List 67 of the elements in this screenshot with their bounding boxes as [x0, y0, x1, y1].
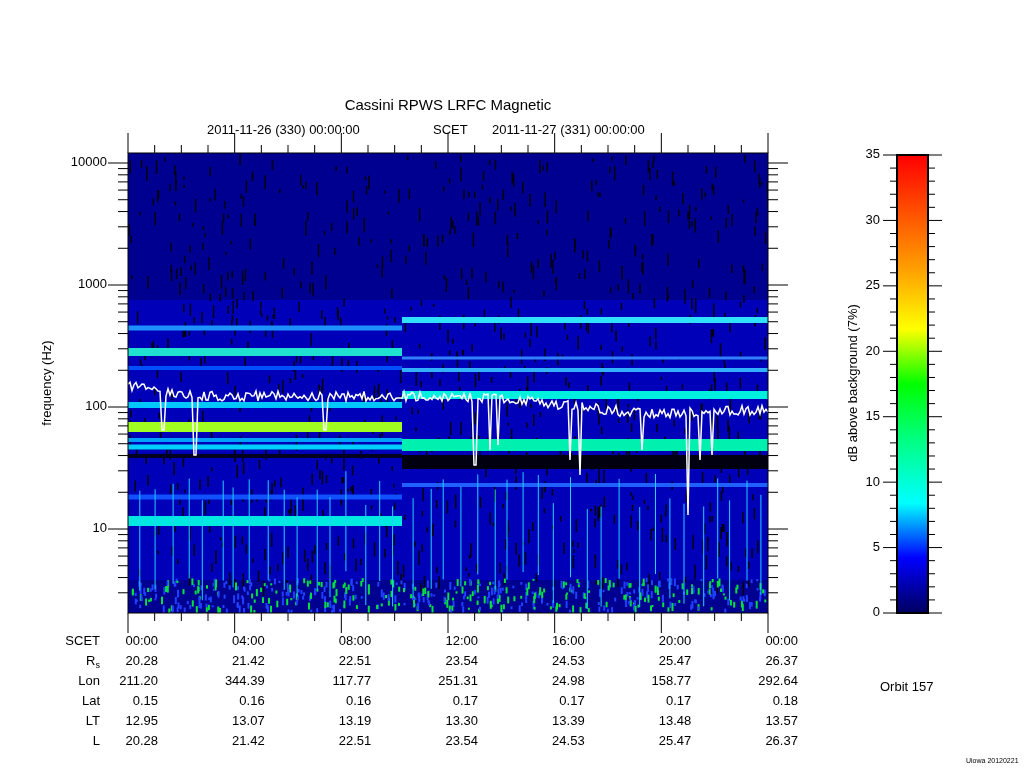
- time-system-label: SCET: [433, 122, 468, 137]
- scale-tick-label: 15: [865, 408, 880, 424]
- table-cell-text: 211.20: [118, 672, 158, 690]
- axis-tick-label: 100: [85, 398, 107, 414]
- table-cell-text: 08:00: [337, 632, 372, 650]
- orbit-label: Orbit 157: [880, 679, 934, 694]
- table-cell-text: 16:00: [551, 632, 585, 650]
- table-cell-text: 25.47: [657, 652, 692, 670]
- row-label: R$_{s}$: [85, 652, 100, 670]
- scale-tick-label: 25: [865, 277, 880, 293]
- start-time: 2011-11-26 (330) 00:00:00: [207, 122, 360, 137]
- table-cell-text: 26.37: [764, 732, 798, 750]
- scale-tick-label: 5: [872, 539, 880, 554]
- axis-tick-label: 10: [92, 520, 107, 536]
- table-cell-text: 26.37: [764, 652, 798, 670]
- table-cell-text: 22.51: [337, 732, 372, 750]
- table-cell-text: 12:00: [444, 632, 478, 650]
- table-cell-text: 00:00: [124, 632, 158, 650]
- row-label: Lat: [80, 692, 100, 710]
- table-cell-text: 117.77: [331, 672, 372, 690]
- scale-title: dB above background (7%): [845, 304, 860, 462]
- table-cell-text: 24.53: [551, 732, 585, 750]
- table-cell-text: 344.39: [223, 672, 265, 690]
- table-cell-text: 0.18: [771, 692, 798, 710]
- table-cell-text: 25.47: [657, 732, 692, 750]
- table-cell-text: 24.53: [551, 652, 585, 670]
- table-cell-text: 13.30: [444, 712, 478, 730]
- axis-title: frequency (Hz): [39, 340, 54, 426]
- table-cell-text: 0.17: [664, 692, 692, 710]
- table-cell-text: 13.19: [337, 712, 372, 730]
- table-cell-text: 158.77: [650, 672, 692, 690]
- table-cell-text: 20.28: [124, 732, 158, 750]
- table-cell-text: 0.16: [345, 692, 372, 710]
- scale-tick-label: 20: [865, 342, 880, 358]
- chart-title: Cassini RPWS LRFC Magnetic: [344, 96, 552, 113]
- scale-tick-label: 30: [865, 211, 880, 227]
- scale-tick-label: 10: [865, 473, 880, 489]
- scale-tick-label: 0: [872, 604, 880, 620]
- table-cell-text: 0.17: [558, 692, 585, 710]
- row-label: SCET: [64, 632, 100, 650]
- table-cell-text: 24.98: [551, 672, 585, 690]
- table-cell-text: 251.31: [437, 672, 478, 690]
- row-label: Lon: [77, 672, 100, 690]
- table-cell-text: 22.51: [337, 652, 372, 670]
- end-time: 2011-11-27 (331) 00:00:00: [492, 122, 645, 137]
- table-cell-text: 13.39: [551, 712, 585, 730]
- row-label: LT: [84, 712, 100, 730]
- table-cell-text: 21.42: [231, 732, 265, 750]
- axis-tick-label: 1000: [78, 276, 107, 292]
- table-cell-text: 0.15: [131, 692, 158, 710]
- scale-tick-label: 35: [865, 146, 880, 162]
- table-cell-text: 04:00: [231, 632, 265, 650]
- table-cell-text: 13.07: [231, 712, 265, 730]
- table-cell-text: 13.48: [657, 712, 692, 730]
- table-cell-text: 12.95: [124, 712, 158, 730]
- table-cell-text: 21.42: [231, 652, 265, 670]
- table-cell-text: 00:00: [764, 632, 798, 650]
- table-cell-text: 23.54: [444, 732, 478, 750]
- axis-tick-label: 10000: [70, 154, 107, 170]
- table-cell-text: 0.17: [451, 692, 478, 710]
- row-label: L: [91, 732, 100, 750]
- table-cell-text: 20:00: [657, 632, 692, 650]
- table-cell-text: 292.64: [757, 672, 798, 690]
- table-cell-text: 20.28: [124, 652, 158, 670]
- table-cell-text: 13.57: [764, 712, 798, 730]
- table-cell-text: 23.54: [444, 652, 478, 670]
- table-cell-text: 0.16: [238, 692, 265, 710]
